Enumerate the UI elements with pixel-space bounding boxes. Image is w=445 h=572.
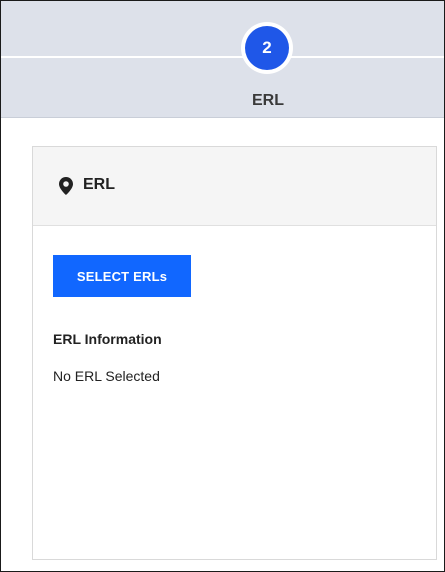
erl-information-value: No ERL Selected: [53, 368, 160, 384]
stepper-bar: 2 ERL: [1, 1, 444, 118]
card-header: ERL: [33, 147, 436, 226]
step-indicator[interactable]: 2: [241, 22, 293, 74]
step-number: 2: [245, 26, 289, 70]
erl-information-heading: ERL Information: [53, 331, 162, 347]
select-erls-button[interactable]: SELECT ERLs: [53, 255, 191, 297]
stepper-line: [1, 56, 444, 58]
card-title: ERL: [83, 176, 115, 193]
erl-card: ERL SELECT ERLs ERL Information No ERL S…: [32, 146, 437, 560]
map-marker-icon: [59, 177, 73, 195]
step-label: ERL: [252, 92, 284, 109]
